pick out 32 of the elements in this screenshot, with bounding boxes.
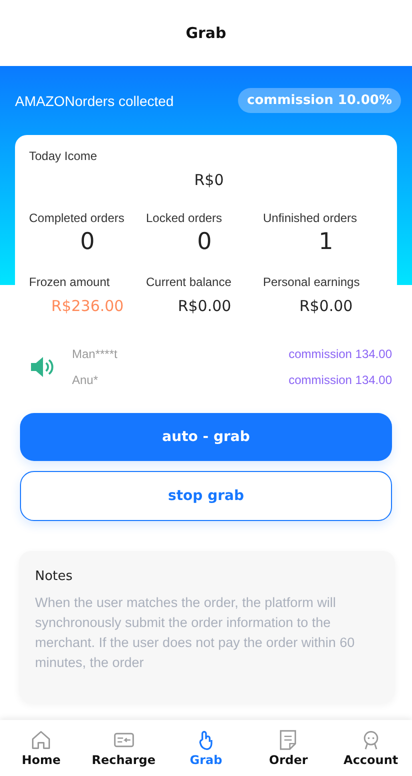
- amount-label: Current balance: [146, 275, 232, 289]
- stat-label: Unfinished orders: [263, 211, 358, 225]
- stat-value: 0: [197, 229, 212, 255]
- notes-text: When the user matches the order, the platform will synchronously submit the order information to the merchant. If the user does not pay the order within 60 minutes, the order: [35, 594, 356, 672]
- amount-label: Personal earnings: [263, 275, 360, 289]
- commission-text: commission 134.00: [288, 373, 392, 387]
- tab-item[interactable]: Order: [247, 720, 330, 776]
- tab-item[interactable]: Account: [330, 720, 412, 776]
- commission-pill: commission 10.00%: [238, 88, 401, 113]
- commission-text: commission 134.00: [288, 347, 392, 361]
- stat-label: Completed orders: [29, 211, 124, 225]
- income-value: R$0: [194, 171, 224, 189]
- income-label: Today Icome: [29, 149, 98, 163]
- stat-value: 0: [80, 229, 95, 255]
- stop-grab-button[interactable]: stop grab: [20, 471, 392, 521]
- tab-item[interactable]: Grab: [164, 720, 248, 776]
- banner-title: AMAZONorders collected: [15, 92, 174, 108]
- home-icon: [30, 729, 52, 751]
- user-name: Man****t: [72, 347, 118, 361]
- amount-value: R$236.00: [51, 297, 124, 315]
- tab-item[interactable]: Home: [0, 720, 82, 776]
- amount-value: R$0.00: [178, 297, 232, 315]
- page-title: Grab: [186, 24, 226, 42]
- notes-title: Notes: [35, 569, 73, 584]
- amount-label: Frozen amount: [29, 275, 110, 289]
- user-name: Anu*: [72, 373, 98, 387]
- speaker-icon: [30, 356, 54, 378]
- auto-grab-button[interactable]: auto - grab: [20, 413, 392, 461]
- stat-label: Locked orders: [146, 211, 222, 225]
- tab-item[interactable]: Recharge: [82, 720, 165, 776]
- stat-value: 1: [318, 229, 334, 255]
- amount-value: R$0.00: [299, 297, 353, 315]
